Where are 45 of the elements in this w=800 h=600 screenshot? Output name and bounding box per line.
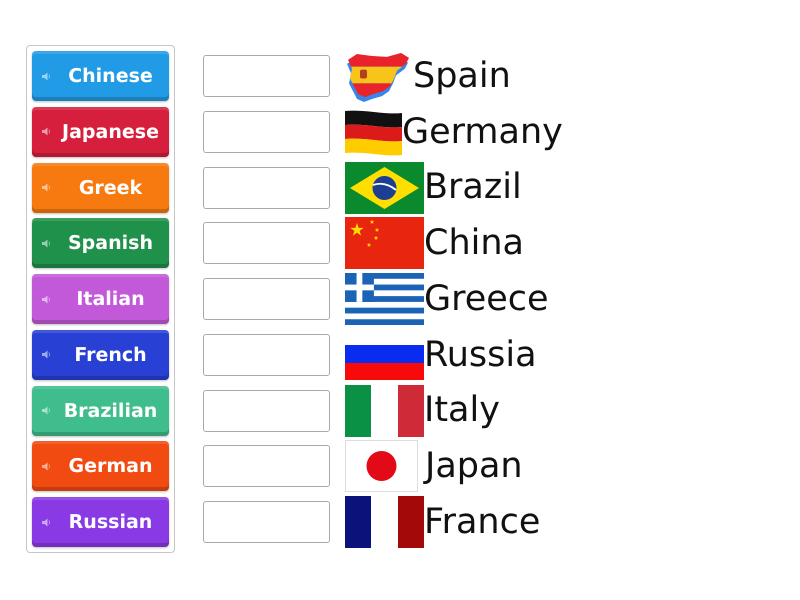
spain-flag-map-icon <box>345 50 410 102</box>
speaker-icon[interactable] <box>42 183 52 192</box>
language-tile[interactable]: Brazilian <box>32 386 169 436</box>
country-label: Japan <box>425 447 523 486</box>
language-tile[interactable]: Japanese <box>32 106 169 157</box>
speaker-icon[interactable] <box>42 294 52 304</box>
france-flag-icon <box>345 496 424 548</box>
language-tile[interactable]: Chinese <box>32 51 169 101</box>
russia-flag-icon <box>345 344 424 380</box>
brazil-flag-icon <box>345 162 424 214</box>
answer-box[interactable] <box>203 334 330 376</box>
country-label: Germany <box>402 112 563 151</box>
country-label: China <box>424 224 524 262</box>
language-tile[interactable]: Italian <box>32 274 169 324</box>
country-label: Greece <box>424 280 549 318</box>
country-label: Spain <box>413 56 511 96</box>
speaker-icon[interactable] <box>42 127 52 136</box>
answer-box[interactable] <box>203 445 330 488</box>
speaker-icon[interactable] <box>42 72 52 80</box>
japan-flag-icon <box>345 440 418 492</box>
language-tile[interactable]: French <box>32 330 169 380</box>
country-label: Brazil <box>424 168 522 207</box>
speaker-icon[interactable] <box>42 406 52 415</box>
china-flag-icon <box>345 217 424 270</box>
greece-flag-icon <box>345 273 424 325</box>
language-tile[interactable]: German <box>32 441 169 492</box>
answer-box[interactable] <box>203 55 330 97</box>
language-tile[interactable]: Spanish <box>32 218 169 268</box>
italy-flag-icon <box>345 384 424 436</box>
answer-box[interactable] <box>203 501 330 543</box>
answer-box[interactable] <box>203 278 330 320</box>
country-label: France <box>424 502 540 542</box>
speaker-icon[interactable] <box>42 518 52 526</box>
answer-box[interactable] <box>203 166 330 208</box>
speaker-icon[interactable] <box>42 350 52 360</box>
country-label: Russia <box>424 336 537 374</box>
germany-flag-icon <box>345 108 402 157</box>
speaker-icon[interactable] <box>42 462 52 471</box>
answer-box[interactable] <box>203 390 330 432</box>
language-tile[interactable]: Russian <box>32 497 169 547</box>
country-label: Italy <box>424 391 500 430</box>
answer-box[interactable] <box>203 110 330 153</box>
language-tile[interactable]: Greek <box>32 162 169 212</box>
speaker-icon[interactable] <box>42 238 52 248</box>
answer-box[interactable] <box>203 222 330 264</box>
